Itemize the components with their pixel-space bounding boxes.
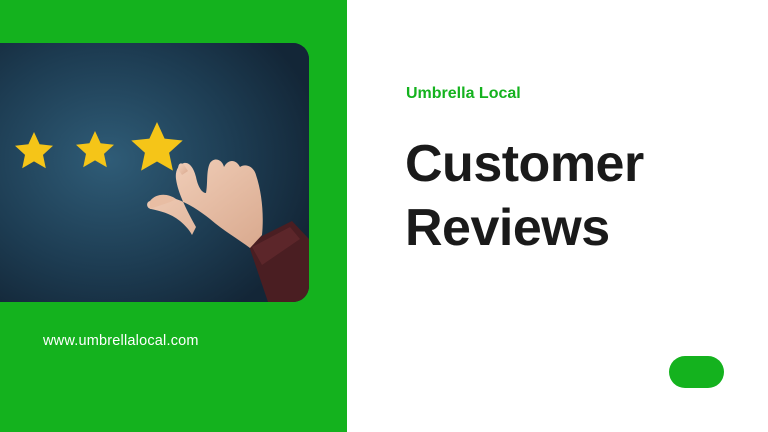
brand-name: Umbrella Local [406,85,521,102]
website-url[interactable]: www.umbrellalocal.com [43,333,199,349]
green-pill-button[interactable] [669,356,724,388]
rating-photo [0,43,309,302]
rating-illustration [0,43,309,302]
title-line-2: Reviews [405,199,610,257]
page-title: Customer Reviews [405,132,745,260]
title-line-1: Customer [405,135,644,193]
